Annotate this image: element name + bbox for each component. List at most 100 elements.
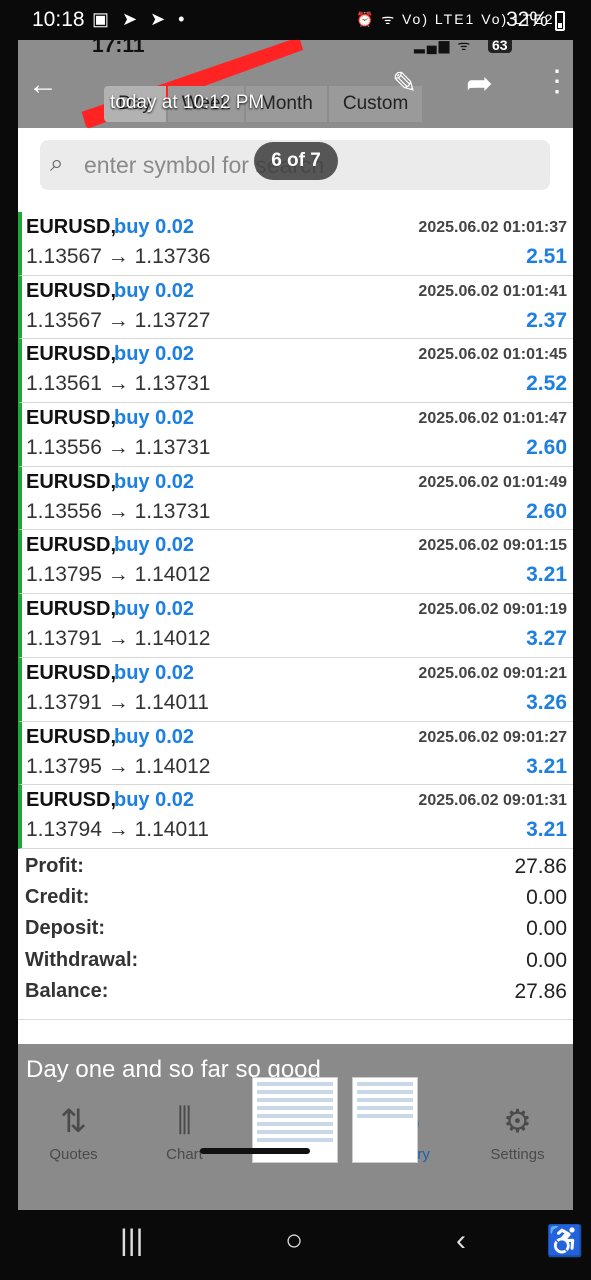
thumbnail-next[interactable] bbox=[352, 1077, 418, 1163]
deal-profit: 3.27 bbox=[526, 627, 567, 651]
deal-side: buy 0.02 bbox=[114, 279, 195, 302]
deal-symbol: EURUSD, bbox=[26, 725, 117, 748]
deal-row[interactable]: EURUSD, buy 0.02 1.13794 → 1.14011 2025.06.… bbox=[18, 785, 573, 849]
deal-row[interactable]: EURUSD, buy 0.02 1.13791 → 1.14011 2025.06.… bbox=[18, 657, 573, 722]
back-arrow-icon[interactable]: ← bbox=[28, 68, 58, 102]
battery-level: 32% bbox=[506, 8, 549, 31]
deal-prices: 1.13794 → 1.14011 bbox=[26, 818, 209, 842]
deal-time: 2025.06.02 01:01:49 bbox=[418, 473, 567, 491]
deal-profit: 3.21 bbox=[526, 754, 567, 778]
deal-row[interactable]: EURUSD, buy 0.02 1.13795 → 1.14012 2025.06.… bbox=[18, 721, 573, 786]
deal-row[interactable]: EURUSD, buy 0.02 1.13556 → 1.13731 2025.06.… bbox=[18, 403, 573, 467]
system-navigation: ||| ○ ‹ ♿ bbox=[0, 1210, 591, 1280]
summary-label: Profit: bbox=[25, 855, 84, 877]
more-options-icon[interactable]: ⋮ bbox=[542, 64, 572, 99]
nav-label: Quotes bbox=[49, 1146, 98, 1163]
deal-time: 2025.06.02 01:01:37 bbox=[418, 219, 567, 236]
deal-time: 2025.06.02 01:01:45 bbox=[418, 346, 567, 364]
deal-profit: 2.37 bbox=[526, 308, 567, 332]
inner-notification-count: 63 bbox=[488, 40, 512, 53]
deal-prices: 1.13561 → 1.13731 bbox=[26, 372, 211, 396]
deal-row[interactable]: EURUSD, buy 0.02 1.13791 → 1.14012 2025.06.… bbox=[18, 594, 573, 658]
summary-value: 0.00 bbox=[526, 886, 567, 910]
nav-item-quotes[interactable]: ⇅ Quotes bbox=[18, 1100, 129, 1210]
deal-side: buy 0.02 bbox=[114, 534, 195, 557]
deal-prices: 1.13791 → 1.14011 bbox=[26, 690, 209, 714]
home-icon[interactable]: ○ bbox=[285, 1224, 303, 1258]
deal-symbol: EURUSD, bbox=[26, 407, 117, 430]
deal-symbol: EURUSD, bbox=[26, 789, 117, 812]
summary-row: Credit: 0.00 bbox=[18, 883, 573, 914]
deal-time: 2025.06.02 09:01:27 bbox=[418, 728, 567, 746]
deal-side: buy 0.02 bbox=[114, 470, 195, 493]
deal-profit: 3.21 bbox=[526, 818, 567, 842]
summary-value: 0.00 bbox=[526, 948, 567, 972]
settings-icon: ⚙ bbox=[503, 1103, 532, 1139]
deal-symbol: EURUSD, bbox=[26, 661, 117, 684]
status-bar: 10:18 ▣ ➤ ➤ • ⏰ ᯤ Vo) LTE1 Vo) LTE2 32% bbox=[0, 0, 591, 42]
deal-symbol: EURUSD, bbox=[26, 534, 117, 557]
summary-value: 27.86 bbox=[514, 979, 567, 1003]
deal-time: 2025.06.02 01:01:41 bbox=[418, 282, 567, 300]
deal-profit: 2.60 bbox=[526, 499, 567, 523]
nav-item-chart[interactable]: ⫼ Chart bbox=[129, 1100, 240, 1210]
deal-symbol: EURUSD, bbox=[26, 216, 117, 238]
status-time: 10:18 bbox=[32, 8, 85, 31]
deal-time: 2025.06.02 09:01:21 bbox=[418, 664, 567, 682]
deal-row[interactable]: EURUSD, buy 0.02 1.13567 → 1.13727 2025.06.… bbox=[18, 275, 573, 340]
summary-row: Profit: 27.86 bbox=[18, 852, 573, 883]
deal-symbol: EURUSD, bbox=[26, 470, 117, 493]
deal-row[interactable]: EURUSD, buy 0.02 1.13561 → 1.13731 2025.06.… bbox=[18, 339, 573, 404]
brush-icon[interactable]: ✎ bbox=[392, 66, 417, 101]
deal-row[interactable]: EURUSD, buy 0.02 1.13795 → 1.14012 2025.06.… bbox=[18, 530, 573, 595]
recents-icon[interactable]: ||| bbox=[120, 1224, 143, 1258]
deal-profit: 3.21 bbox=[526, 563, 567, 587]
inner-signal-icons: ▂▄▆ ᯤ bbox=[414, 40, 473, 53]
deal-prices: 1.13556 → 1.13731 bbox=[26, 436, 211, 460]
summary-panel: Profit: 27.86 Credit: 0.00 Deposit: 0.00 Withd… bbox=[18, 852, 573, 1020]
summary-row: Deposit: 0.00 bbox=[18, 914, 573, 945]
search-icon: ⌕ bbox=[50, 150, 64, 177]
deal-profit: 2.60 bbox=[526, 436, 567, 460]
deal-time: 2025.06.02 09:01:19 bbox=[418, 601, 567, 619]
deal-prices: 1.13795 → 1.14012 bbox=[26, 754, 211, 778]
deal-profit: 2.51 bbox=[526, 245, 567, 268]
deal-symbol: EURUSD, bbox=[26, 343, 117, 366]
deal-prices: 1.13556 → 1.13731 bbox=[26, 499, 211, 523]
summary-value: 0.00 bbox=[526, 917, 567, 941]
deal-side: buy 0.02 bbox=[114, 789, 195, 812]
summary-row: Balance: 27.86 bbox=[18, 977, 573, 1008]
accessibility-icon[interactable]: ♿ bbox=[546, 1224, 583, 1259]
battery-icon bbox=[555, 11, 565, 31]
deal-side: buy 0.02 bbox=[114, 407, 195, 430]
image-counter: 6 of 7 bbox=[254, 142, 338, 180]
summary-row: Withdrawal: 0.00 bbox=[18, 946, 573, 977]
deals-list: EURUSD, buy 0.02 1.13567 → 1.13736 2025.06.… bbox=[18, 212, 573, 849]
deal-time: 2025.06.02 09:01:31 bbox=[418, 792, 567, 810]
deal-prices: 1.13791 → 1.14012 bbox=[26, 627, 211, 651]
chart-icon: ⫼ bbox=[177, 1102, 192, 1138]
deal-side: buy 0.02 bbox=[114, 725, 195, 748]
summary-label: Credit: bbox=[25, 886, 90, 909]
back-icon[interactable]: ‹ bbox=[456, 1224, 466, 1258]
deal-side: buy 0.02 bbox=[114, 598, 195, 621]
summary-label: Balance: bbox=[25, 979, 109, 1002]
deal-side: buy 0.02 bbox=[114, 343, 195, 366]
notification-icons: ▣ ➤ ➤ • bbox=[92, 9, 189, 29]
viewer-toolbar: ← today at 10:12 PM ✎ ➦ ⋮ bbox=[18, 62, 573, 120]
deal-symbol: EURUSD, bbox=[26, 279, 117, 302]
summary-label: Deposit: bbox=[25, 917, 105, 940]
deal-row[interactable]: EURUSD, buy 0.02 1.13567 → 1.13736 2025.06.… bbox=[18, 212, 573, 276]
summary-value: 27.86 bbox=[514, 855, 567, 878]
screenshot-image: 17:11 ▂▄▆ ᯤ 63 Day Week Month Custom ⌕ E… bbox=[18, 40, 573, 1210]
summary-label: Withdrawal: bbox=[25, 948, 139, 971]
deal-symbol: EURUSD, bbox=[26, 598, 117, 621]
deal-profit: 2.52 bbox=[526, 372, 567, 396]
share-icon[interactable]: ➦ bbox=[466, 64, 493, 102]
nav-item-settings[interactable]: ⚙ Settings bbox=[462, 1100, 573, 1210]
deal-time: 2025.06.02 09:01:15 bbox=[418, 537, 567, 555]
deal-row[interactable]: EURUSD, buy 0.02 1.13556 → 1.13731 2025.06.… bbox=[18, 466, 573, 531]
image-date: today at 10:12 PM bbox=[110, 92, 265, 113]
nav-label: Settings bbox=[490, 1146, 545, 1163]
deal-profit: 3.26 bbox=[526, 690, 567, 714]
